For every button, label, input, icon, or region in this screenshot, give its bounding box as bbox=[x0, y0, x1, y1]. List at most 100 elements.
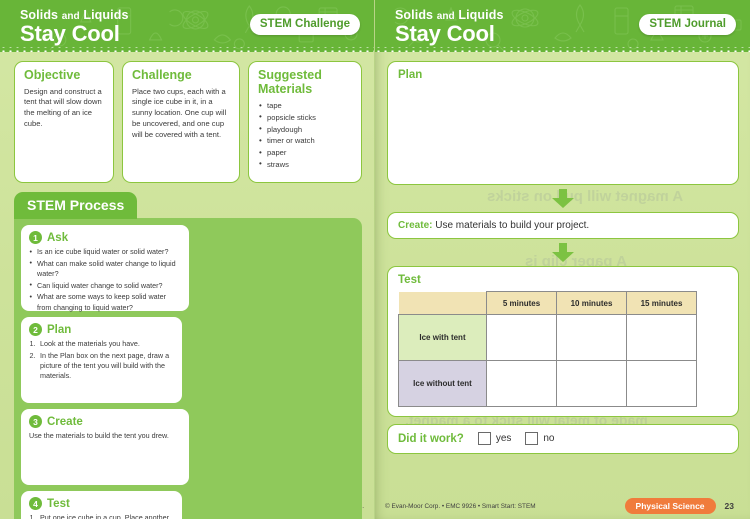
right-page: Solids and Liquids Stay Cool STEM Journa… bbox=[375, 0, 750, 519]
step-number-badge: 3 bbox=[29, 415, 42, 428]
checkbox-square-yes[interactable] bbox=[477, 432, 491, 445]
stem-steps-grid: 1 Ask Is an ice cube liquid water or solid… bbox=[21, 225, 355, 519]
objective-text: Design and construct a tent that will sl… bbox=[24, 86, 102, 128]
materials-item: paper bbox=[258, 147, 352, 159]
test-observation-table[interactable]: 5 minutes 10 minutes 15 minutes Ice with t… bbox=[398, 291, 697, 407]
info-card-row: Objective Design and construct a tent th… bbox=[14, 61, 362, 183]
checkbox-label-yes: yes bbox=[495, 433, 512, 444]
did-it-work-label: Did it work? bbox=[398, 432, 464, 445]
left-page-body: Objective Design and construct a tent th… bbox=[0, 52, 374, 519]
create-text: Use materials to build your project. bbox=[435, 220, 590, 231]
step-number-badge: 2 bbox=[29, 323, 42, 336]
challenge-heading: Challenge bbox=[132, 68, 192, 82]
right-subject-badge: Physical Science bbox=[624, 498, 716, 514]
right-page-footer: © Evan-Moor Corp. • EMC 9926 • Smart Sta… bbox=[375, 493, 750, 519]
test-table-row-header: Ice with tent bbox=[398, 314, 487, 361]
materials-heading: Suggested Materials bbox=[258, 68, 322, 96]
step-list-item: In the Plan box on the next page, draw a… bbox=[30, 350, 170, 381]
step-list: Look at the materials you have. In the Pl… bbox=[29, 339, 174, 381]
stem-process-tab: STEM Process bbox=[14, 192, 138, 219]
kicker-word-2: Liquids bbox=[83, 8, 129, 22]
challenge-text: Place two cups, each with a single ice c… bbox=[132, 86, 227, 139]
stem-process-body: 1 Ask Is an ice cube liquid water or solid… bbox=[14, 218, 362, 519]
objective-heading: Objective bbox=[24, 68, 81, 82]
plan-label: Plan bbox=[398, 69, 423, 81]
materials-item: tape bbox=[258, 100, 352, 112]
test-table-header-row: 5 minutes 10 minutes 15 minutes bbox=[398, 291, 697, 315]
step-list-item: Look at the materials you have. bbox=[30, 339, 140, 349]
materials-item: popsicle sticks bbox=[258, 111, 352, 124]
step-list-item: Is an ice cube liquid water or solid wat… bbox=[29, 246, 181, 257]
test-table-head: 5 minutes 10 minutes 15 minutes bbox=[398, 291, 697, 315]
step-number-badge: 1 bbox=[29, 231, 42, 244]
step-title: Test bbox=[47, 497, 70, 510]
stem-challenge-tag: STEM Challenge bbox=[249, 14, 360, 35]
step-body-text: Use the materials to build the tent you … bbox=[29, 431, 169, 440]
test-table-cell[interactable] bbox=[626, 314, 697, 361]
test-table-cell[interactable] bbox=[486, 314, 557, 361]
kicker-word-1: Solids bbox=[20, 8, 59, 22]
create-label: Create: bbox=[398, 220, 433, 231]
arrow-down-icon-2 bbox=[552, 243, 574, 262]
step-list: Is an ice cube liquid water or solid wat… bbox=[29, 246, 181, 313]
right-banner-title: Stay Cool bbox=[395, 21, 495, 46]
table-row: Ice with tent bbox=[398, 314, 697, 361]
checkbox-label-no: no bbox=[543, 433, 555, 444]
materials-item: playdough bbox=[258, 123, 352, 136]
create-step-box: Create: Use materials to build your proj… bbox=[387, 212, 739, 239]
arrow-down-icon-1 bbox=[552, 189, 574, 208]
stem-process-section: STEM Process 1 Ask Is an ice cube liquid w… bbox=[14, 192, 362, 519]
table-corner-cell bbox=[398, 291, 487, 315]
right-page-banner: Solids and Liquids Stay Cool STEM Journa… bbox=[375, 0, 750, 52]
stem-step-plan: 2 Plan Look at the materials you have. In t… bbox=[21, 317, 182, 403]
stem-journal-tag: STEM Journal bbox=[639, 14, 736, 35]
test-table-cell[interactable] bbox=[556, 360, 627, 407]
right-page-number: 23 bbox=[724, 501, 734, 511]
kicker-word-1-right: Solids bbox=[395, 8, 434, 22]
right-banner-kicker: Solids and Liquids bbox=[395, 8, 504, 22]
stem-step-ask: 1 Ask Is an ice cube liquid water or solid… bbox=[21, 225, 189, 313]
worksheet-spread: Solids and Liquids Stay Cool STEM Challe… bbox=[0, 0, 750, 519]
step-list-item: What are some ways to keep solid water f… bbox=[29, 292, 181, 312]
test-table-column-header: 5 minutes bbox=[486, 291, 557, 315]
test-table-cell[interactable] bbox=[486, 360, 557, 407]
step-title: Create bbox=[47, 415, 83, 428]
table-row: Ice without tent bbox=[398, 360, 697, 407]
test-table-row-header: Ice without tent bbox=[398, 360, 487, 407]
checkbox-square-no[interactable] bbox=[525, 432, 539, 445]
materials-item: straws bbox=[258, 158, 352, 171]
checkbox-option-no[interactable]: no bbox=[525, 432, 555, 445]
test-label: Test bbox=[398, 274, 421, 286]
left-page: Solids and Liquids Stay Cool STEM Challe… bbox=[0, 0, 375, 519]
objective-card: Objective Design and construct a tent th… bbox=[14, 61, 114, 183]
left-banner-title: Stay Cool bbox=[20, 21, 120, 46]
step-header: 1 Ask bbox=[29, 231, 181, 244]
test-table-column-header: 15 minutes bbox=[626, 291, 697, 315]
materials-card: Suggested Materials tapepopsicle sticksp… bbox=[248, 61, 362, 183]
left-banner-titles: Solids and Liquids Stay Cool bbox=[20, 8, 129, 45]
test-results-box: Test 5 minutes 10 minutes 15 minutes Ice w… bbox=[387, 266, 739, 417]
step-list: Put one ice cube in a cup. Place another… bbox=[29, 513, 174, 519]
test-table-cell[interactable] bbox=[556, 314, 627, 361]
step-header: 4 Test bbox=[29, 497, 174, 510]
plan-drawing-box[interactable]: Plan bbox=[387, 61, 739, 185]
test-table-cell[interactable] bbox=[626, 360, 697, 407]
step-title: Ask bbox=[47, 231, 69, 244]
test-table-body: Ice with tent Ice without tent bbox=[398, 314, 697, 407]
stem-step-test: 4 Test Put one ice cube in a cup. Place an… bbox=[21, 491, 182, 519]
materials-item: timer or watch bbox=[258, 135, 352, 147]
did-it-work-box: Did it work? yes no bbox=[387, 424, 739, 454]
step-title: Plan bbox=[47, 323, 72, 336]
left-banner-kicker: Solids and Liquids bbox=[20, 8, 129, 22]
checkbox-option-yes[interactable]: yes bbox=[477, 432, 512, 445]
right-footer-credit: © Evan-Moor Corp. • EMC 9926 • Smart Sta… bbox=[385, 502, 536, 510]
step-list-item: Put one ice cube in a cup. Place another… bbox=[30, 513, 170, 519]
kicker-word-2-right: Liquids bbox=[458, 8, 504, 22]
step-number-badge: 4 bbox=[29, 497, 42, 510]
test-table-column-header: 10 minutes bbox=[556, 291, 627, 315]
right-page-body: Plan Create: Use materials to build your… bbox=[375, 52, 750, 454]
stem-step-create: 3 Create Use the materials to build the te… bbox=[21, 409, 189, 485]
step-header: 3 Create bbox=[29, 415, 181, 428]
left-page-banner: Solids and Liquids Stay Cool STEM Challe… bbox=[0, 0, 374, 52]
right-banner-titles: Solids and Liquids Stay Cool bbox=[395, 8, 504, 45]
